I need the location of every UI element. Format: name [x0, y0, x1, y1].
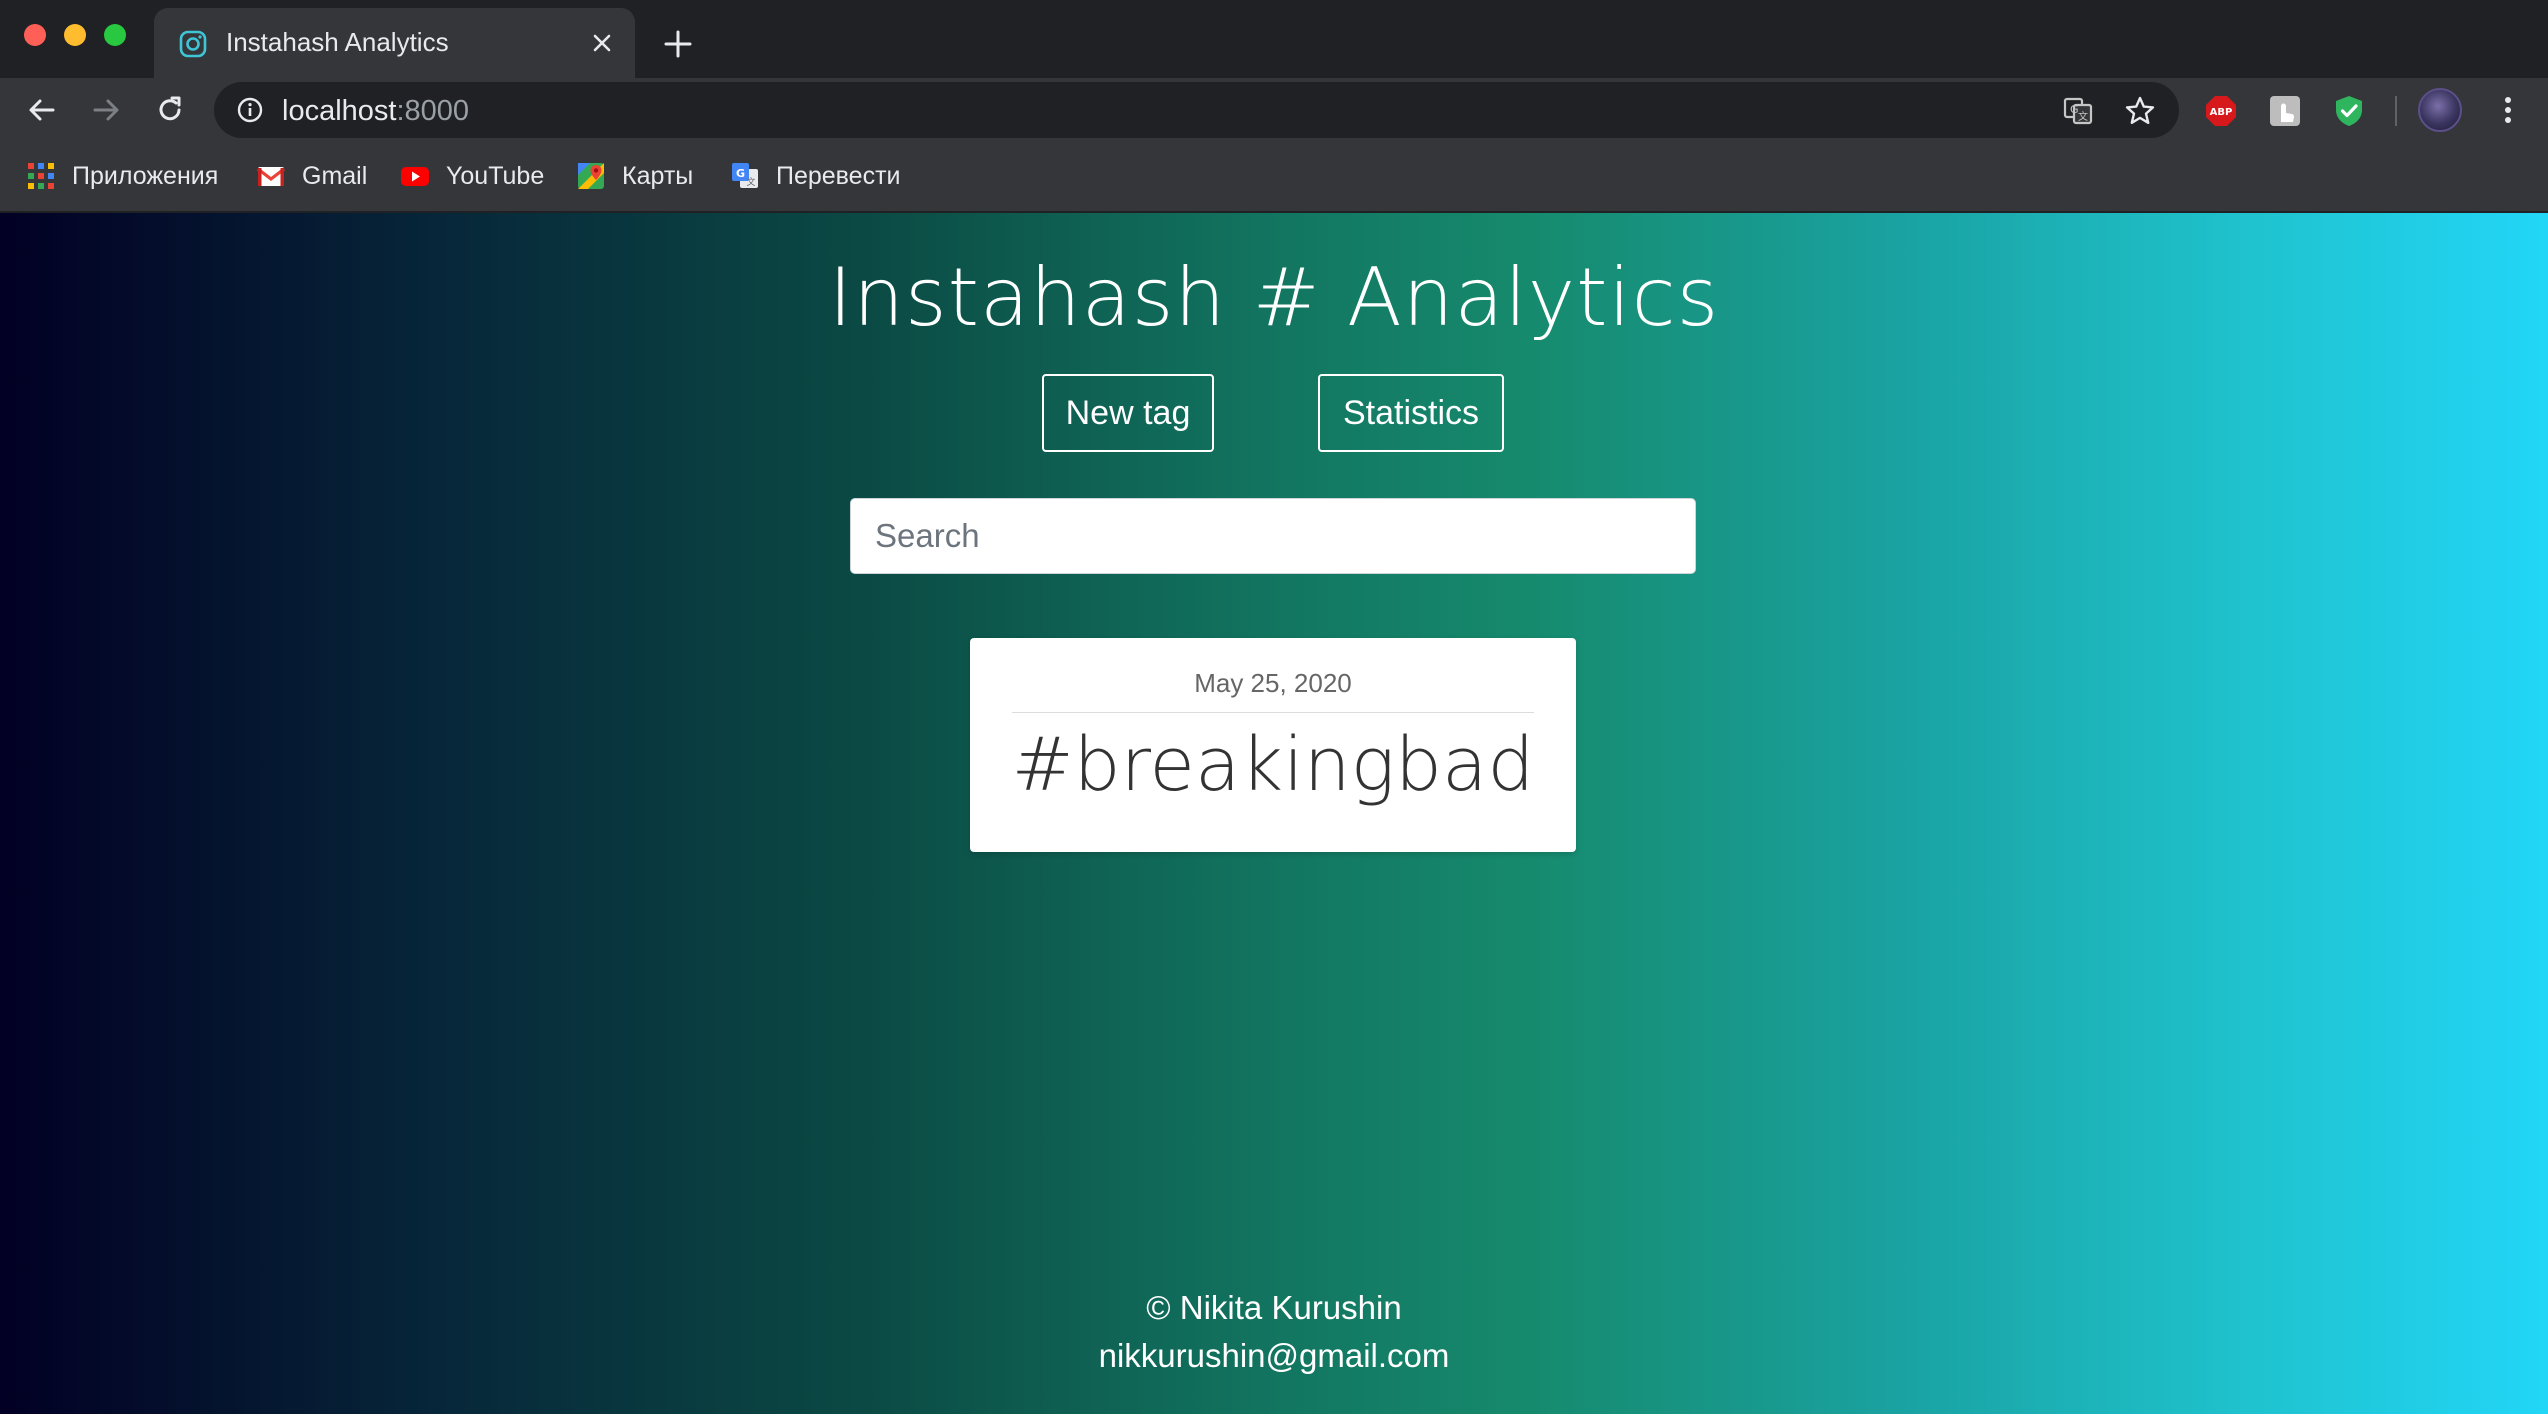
- bookmark-label: Перевести: [776, 161, 901, 190]
- bookmark-translate[interactable]: G 文 Перевести: [730, 158, 901, 194]
- hashtag-card[interactable]: May 25, 2020 #breakingbad: [970, 638, 1576, 852]
- kebab-menu-icon[interactable]: [2490, 92, 2526, 128]
- bookmark-maps[interactable]: Карты: [576, 158, 693, 194]
- translate-icon: G 文: [732, 163, 758, 188]
- youtube-icon: [401, 167, 429, 186]
- touch-extension-icon[interactable]: [2268, 94, 2302, 128]
- new-tab-icon[interactable]: [660, 26, 696, 62]
- profile-avatar[interactable]: [2418, 88, 2462, 132]
- url-text: localhost:8000: [282, 95, 469, 128]
- svg-text:G: G: [736, 167, 745, 180]
- instagram-icon: [179, 30, 207, 58]
- bookmark-label: YouTube: [446, 161, 545, 190]
- browser-window: Instahash Analytics localhost:8000 G 文 A…: [0, 0, 2548, 1414]
- minimize-window-button[interactable]: [64, 24, 86, 46]
- url-port: :8000: [396, 95, 470, 127]
- site-info-icon[interactable]: [236, 96, 264, 124]
- bookmark-label: Gmail: [302, 161, 368, 190]
- tab-strip: Instahash Analytics: [0, 0, 2548, 78]
- new-tag-button[interactable]: New tag: [1042, 374, 1214, 452]
- bookmark-apps[interactable]: Приложения: [26, 158, 218, 194]
- page-title: Instahash # Analytics: [828, 251, 1720, 344]
- reload-icon[interactable]: [154, 94, 186, 126]
- bookmark-youtube[interactable]: YouTube: [400, 158, 544, 194]
- translate-page-icon[interactable]: G 文: [2062, 95, 2094, 127]
- bookmark-label: Приложения: [72, 161, 219, 190]
- svg-text:文: 文: [2078, 110, 2088, 123]
- forward-arrow-icon[interactable]: [90, 94, 122, 126]
- tab-instahash-analytics[interactable]: Instahash Analytics: [154, 8, 635, 78]
- shield-check-icon[interactable]: [2332, 94, 2366, 128]
- toolbar-separator: [2395, 96, 2397, 126]
- footer-email: nikkurushin@gmail.com: [1098, 1337, 1450, 1374]
- gmail-icon: [257, 167, 285, 186]
- footer-author: © Nikita Kurushin: [1146, 1289, 1402, 1326]
- maps-icon: [578, 163, 604, 189]
- card-hashtag: #breakingbad: [1011, 722, 1535, 808]
- url-host: localhost: [282, 95, 397, 127]
- bookmark-label: Карты: [622, 161, 694, 190]
- card-divider: [1012, 712, 1534, 713]
- apps-grid-icon: [28, 163, 54, 189]
- address-bar[interactable]: localhost:8000 G 文: [214, 82, 2179, 138]
- close-tab-icon[interactable]: [587, 28, 617, 58]
- bookmark-star-icon[interactable]: [2124, 95, 2156, 127]
- back-arrow-icon[interactable]: [26, 94, 58, 126]
- close-window-button[interactable]: [24, 24, 46, 46]
- search-input[interactable]: [850, 498, 1696, 574]
- tab-title: Instahash Analytics: [226, 27, 449, 57]
- browser-toolbar: localhost:8000 G 文 ABP: [0, 78, 2548, 140]
- maximize-window-button[interactable]: [104, 24, 126, 46]
- card-date: May 25, 2020: [1194, 668, 1352, 698]
- statistics-button[interactable]: Statistics: [1318, 374, 1504, 452]
- abp-label: ABP: [2210, 107, 2233, 118]
- page-content: Instahash # Analytics New tag Statistics…: [0, 213, 2548, 1414]
- bookmarks-bar: Приложения Gmail YouTube Карты G 文 Перев…: [0, 140, 2548, 212]
- bookmark-gmail[interactable]: Gmail: [256, 158, 367, 194]
- svg-text:文: 文: [746, 176, 755, 188]
- adblock-plus-icon[interactable]: ABP: [2204, 94, 2238, 128]
